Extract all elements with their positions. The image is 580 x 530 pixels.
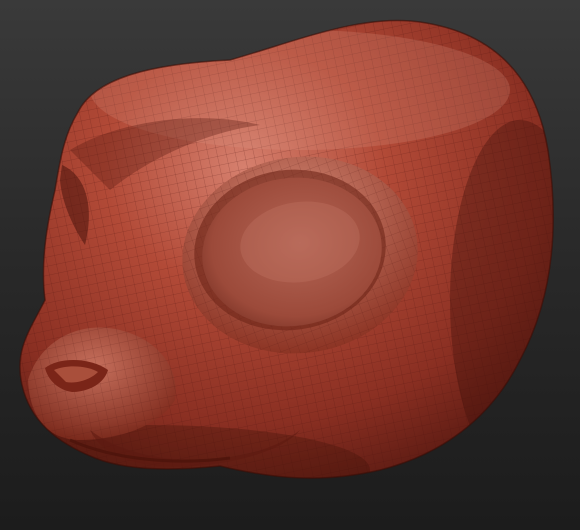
sculpt-model-render — [19, 19, 555, 479]
viewport-canvas[interactable] — [0, 0, 580, 530]
